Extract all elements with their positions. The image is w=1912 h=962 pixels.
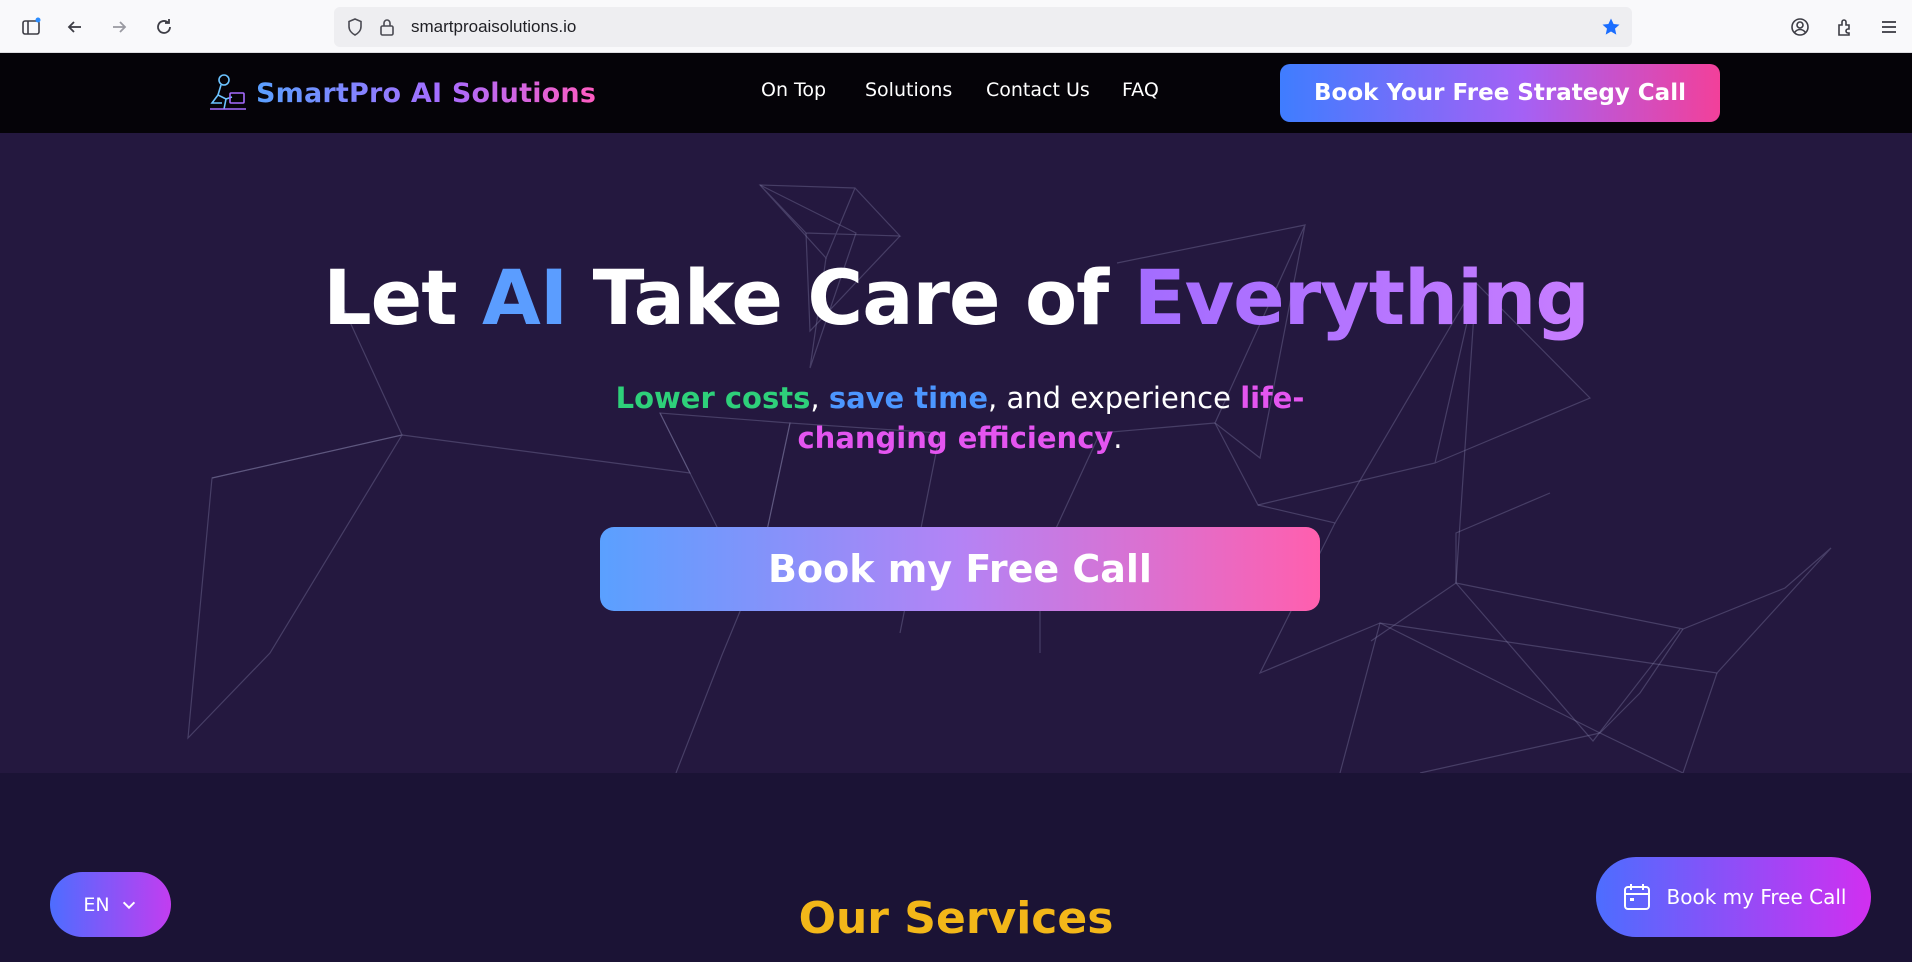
nav-link-solutions[interactable]: Solutions (865, 79, 952, 101)
nav-link-on-top[interactable]: On Top (761, 79, 826, 101)
subtitle-mid: , and experience (988, 381, 1241, 415)
hero-title-part2: Take Care of (567, 253, 1134, 342)
brand-logo[interactable]: SmartPro AI Solutions (206, 71, 596, 115)
hero-subtitle: Lower costs, save time, and experience l… (560, 378, 1360, 458)
floating-cta-label: Book my Free Call (1666, 885, 1847, 909)
subtitle-end: . (1113, 421, 1123, 455)
hero-title-part1: Let (323, 253, 483, 342)
browser-toolbar: smartproaisolutions.io (0, 0, 1912, 53)
chevron-down-icon (122, 901, 135, 909)
reload-icon[interactable] (149, 12, 179, 42)
shield-icon[interactable] (344, 16, 366, 38)
book-free-call-button[interactable]: Book my Free Call (600, 527, 1320, 611)
nav-link-contact-us[interactable]: Contact Us (986, 79, 1090, 101)
calendar-icon (1623, 884, 1650, 910)
hero-title: Let AI Take Care of Everything (0, 253, 1912, 342)
subtitle-comma: , (810, 381, 829, 415)
language-selector[interactable]: EN (50, 872, 171, 937)
subtitle-lower-costs: Lower costs (615, 381, 811, 415)
floating-book-call-button[interactable]: Book my Free Call (1596, 857, 1871, 937)
hero-title-ai: AI (482, 253, 568, 342)
account-icon[interactable] (1785, 12, 1815, 42)
subtitle-save-time: save time (828, 381, 989, 415)
hero-title-everything: Everything (1133, 253, 1590, 342)
menu-icon[interactable] (1874, 12, 1904, 42)
url-text[interactable]: smartproaisolutions.io (411, 7, 576, 47)
sidebar-toggle-icon[interactable] (16, 12, 46, 42)
lock-icon[interactable] (376, 16, 398, 38)
nav-link-faq[interactable]: FAQ (1122, 79, 1159, 101)
forward-icon[interactable] (104, 12, 134, 42)
address-bar[interactable]: smartproaisolutions.io (334, 7, 1632, 47)
hero-section: Let AI Take Care of Everything Lower cos… (0, 133, 1912, 773)
robot-logo-icon (210, 74, 246, 110)
strategy-call-button[interactable]: Book Your Free Strategy Call (1280, 64, 1720, 122)
site-header: SmartPro AI Solutions On Top Solutions C… (0, 53, 1912, 133)
language-label: EN (83, 893, 110, 916)
bookmark-star-icon[interactable] (1600, 16, 1622, 38)
back-icon[interactable] (60, 12, 90, 42)
brand-name: SmartPro AI Solutions (256, 77, 597, 109)
extensions-icon[interactable] (1830, 12, 1860, 42)
